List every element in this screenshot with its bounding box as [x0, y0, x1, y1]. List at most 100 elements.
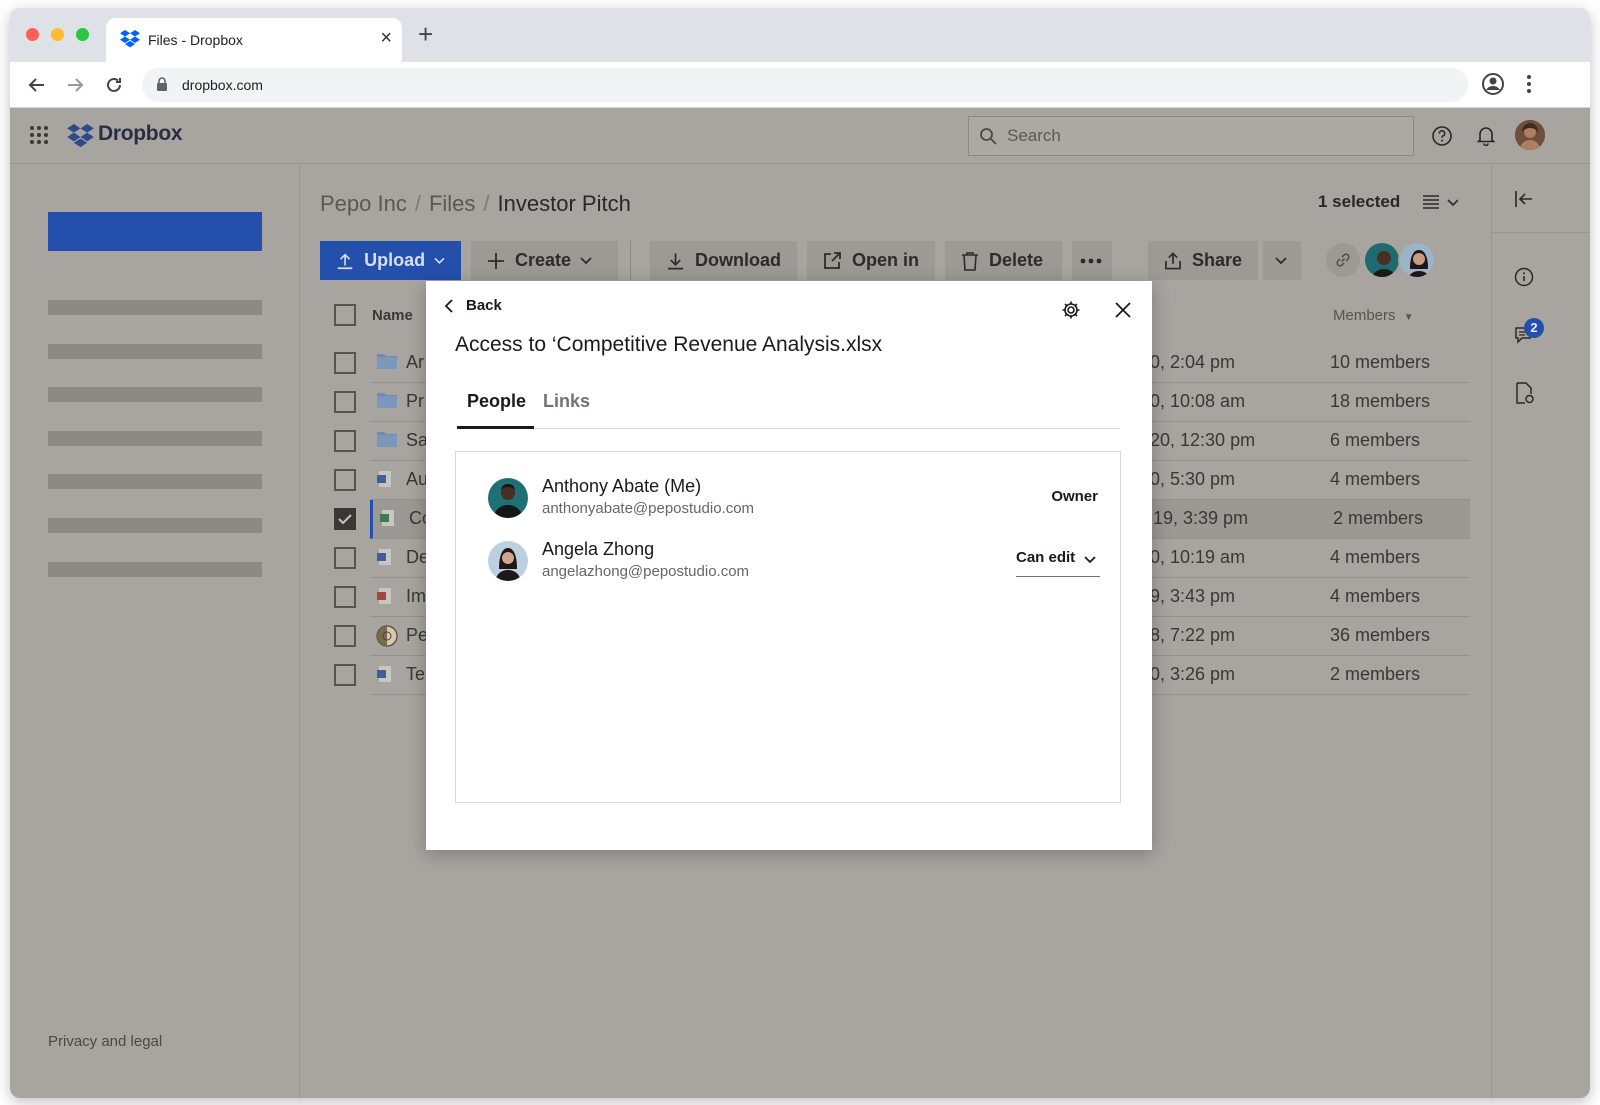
dropbox-wordmark: Dropbox	[98, 122, 183, 145]
file-name: Sa	[406, 430, 429, 450]
sidebar-item-placeholder[interactable]	[48, 387, 262, 402]
file-members: 18 members	[1330, 391, 1431, 411]
close-window-button[interactable]	[26, 28, 39, 41]
file-modified: 0, 2:04 pm	[1150, 352, 1236, 372]
reload-icon[interactable]	[101, 72, 127, 98]
settings-gear-icon[interactable]	[1061, 300, 1081, 325]
plus-icon	[488, 252, 504, 269]
column-header-name[interactable]: Name	[372, 307, 413, 324]
back-button[interactable]: Back	[444, 297, 502, 314]
dropbox-logo-icon[interactable]	[67, 124, 94, 153]
info-icon[interactable]	[1514, 267, 1534, 292]
word-file-icon	[376, 664, 394, 689]
minimize-window-button[interactable]	[51, 28, 64, 41]
view-options-icon[interactable]	[1422, 194, 1459, 215]
trash-icon	[962, 251, 978, 271]
user-avatar[interactable]	[1515, 120, 1545, 150]
sidebar-item-placeholder[interactable]	[48, 518, 262, 533]
row-checkbox[interactable]	[334, 352, 356, 374]
row-checkbox[interactable]	[334, 469, 356, 491]
file-name: Ar	[406, 352, 424, 372]
more-dots-icon	[1080, 258, 1102, 263]
row-checkbox[interactable]	[334, 625, 356, 647]
chevron-down-icon	[1084, 556, 1096, 564]
share-icon	[1165, 251, 1181, 269]
row-checkbox[interactable]	[334, 664, 356, 686]
word-file-icon	[376, 469, 394, 494]
app-header: Dropbox Search	[10, 108, 1590, 164]
rail-divider	[1492, 232, 1590, 233]
upload-label: Upload	[364, 250, 426, 270]
permission-dropdown[interactable]: Can edit	[1016, 549, 1100, 577]
collapse-panel-icon[interactable]	[1514, 189, 1534, 214]
row-checkbox[interactable]	[334, 547, 356, 569]
tab-people[interactable]: People	[467, 391, 526, 412]
privacy-link[interactable]: Privacy and legal	[48, 1033, 162, 1050]
help-icon[interactable]	[1431, 125, 1453, 152]
new-tab-button[interactable]: +	[418, 21, 433, 47]
open-in-button[interactable]: Open in	[807, 241, 935, 280]
member-name: Angela Zhong	[542, 539, 655, 559]
notifications-bell-icon[interactable]	[1475, 124, 1497, 151]
sidebar-primary-button[interactable]	[48, 212, 262, 251]
row-checkbox[interactable]	[334, 430, 356, 452]
row-checkbox[interactable]	[334, 508, 356, 530]
more-actions-button[interactable]	[1072, 241, 1112, 280]
sidebar-item-placeholder[interactable]	[48, 300, 262, 315]
sidebar-item-placeholder[interactable]	[48, 562, 262, 577]
sidebar-item-placeholder[interactable]	[48, 344, 262, 359]
member-avatar-angela[interactable]	[1398, 241, 1436, 279]
share-label: Share	[1191, 250, 1242, 270]
forward-arrow-icon[interactable]	[62, 72, 88, 98]
open-external-icon	[824, 252, 841, 269]
close-icon[interactable]	[1114, 301, 1132, 324]
chevron-down-icon	[580, 256, 592, 264]
file-members: 2 members	[1330, 664, 1421, 684]
back-arrow-icon[interactable]	[24, 72, 50, 98]
download-button[interactable]: Download	[650, 241, 797, 280]
maximize-window-button[interactable]	[76, 28, 89, 41]
tab-close-icon[interactable]: ×	[380, 28, 392, 48]
member-row: Angela Zhong angelazhong@pepostudio.com …	[488, 535, 1100, 585]
select-all-checkbox[interactable]	[334, 304, 356, 326]
share-options-button[interactable]	[1263, 241, 1301, 280]
sidebar-item-placeholder[interactable]	[48, 431, 262, 446]
breadcrumb-root[interactable]: Pepo Inc	[320, 191, 407, 216]
file-modified: 20, 12:30 pm	[1150, 430, 1256, 450]
upload-button[interactable]: Upload	[320, 241, 461, 280]
browser-tab[interactable]: Files - Dropbox ×	[106, 18, 402, 62]
file-name: Te	[406, 664, 426, 684]
chevron-left-icon	[444, 298, 453, 313]
profile-icon[interactable]	[1481, 72, 1505, 101]
search-input[interactable]: Search	[968, 116, 1414, 156]
browser-toolbar: dropbox.com	[10, 62, 1590, 108]
browser-menu-icon[interactable]	[1526, 74, 1532, 99]
file-modified: 9, 3:43 pm	[1150, 586, 1236, 606]
file-activity-icon[interactable]	[1515, 382, 1535, 409]
sharing-access-dialog: Back Access to ‘Competitive Revenue Anal…	[426, 281, 1152, 850]
image-file-icon	[376, 625, 398, 652]
app-grid-icon[interactable]	[30, 126, 48, 149]
search-placeholder: Search	[1007, 126, 1061, 145]
copy-link-icon[interactable]	[1326, 243, 1360, 277]
tab-links[interactable]: Links	[543, 391, 590, 412]
checkmark-icon	[338, 514, 352, 525]
column-header-members[interactable]: Members ▼	[1333, 307, 1414, 324]
sidebar-item-placeholder[interactable]	[48, 474, 262, 489]
delete-button[interactable]: Delete	[945, 241, 1062, 280]
file-members: 4 members	[1330, 547, 1421, 567]
toolbar-divider	[630, 241, 631, 280]
address-bar[interactable]: dropbox.com	[142, 68, 1468, 102]
breadcrumb-files[interactable]: Files	[429, 191, 475, 216]
share-button[interactable]: Share	[1148, 241, 1258, 280]
search-icon	[979, 127, 997, 150]
file-modified: 19, 3:39 pm	[1153, 508, 1249, 528]
people-panel: Anthony Abate (Me) anthonyabate@pepostud…	[455, 451, 1121, 803]
member-avatar-anthony[interactable]	[1363, 241, 1401, 279]
row-checkbox[interactable]	[334, 391, 356, 413]
download-label: Download	[695, 250, 781, 270]
create-button[interactable]: Create	[471, 241, 618, 280]
row-checkbox[interactable]	[334, 586, 356, 608]
file-name: Im	[406, 586, 426, 606]
dialog-title: Access to ‘Competitive Revenue Analysis.…	[455, 333, 883, 356]
